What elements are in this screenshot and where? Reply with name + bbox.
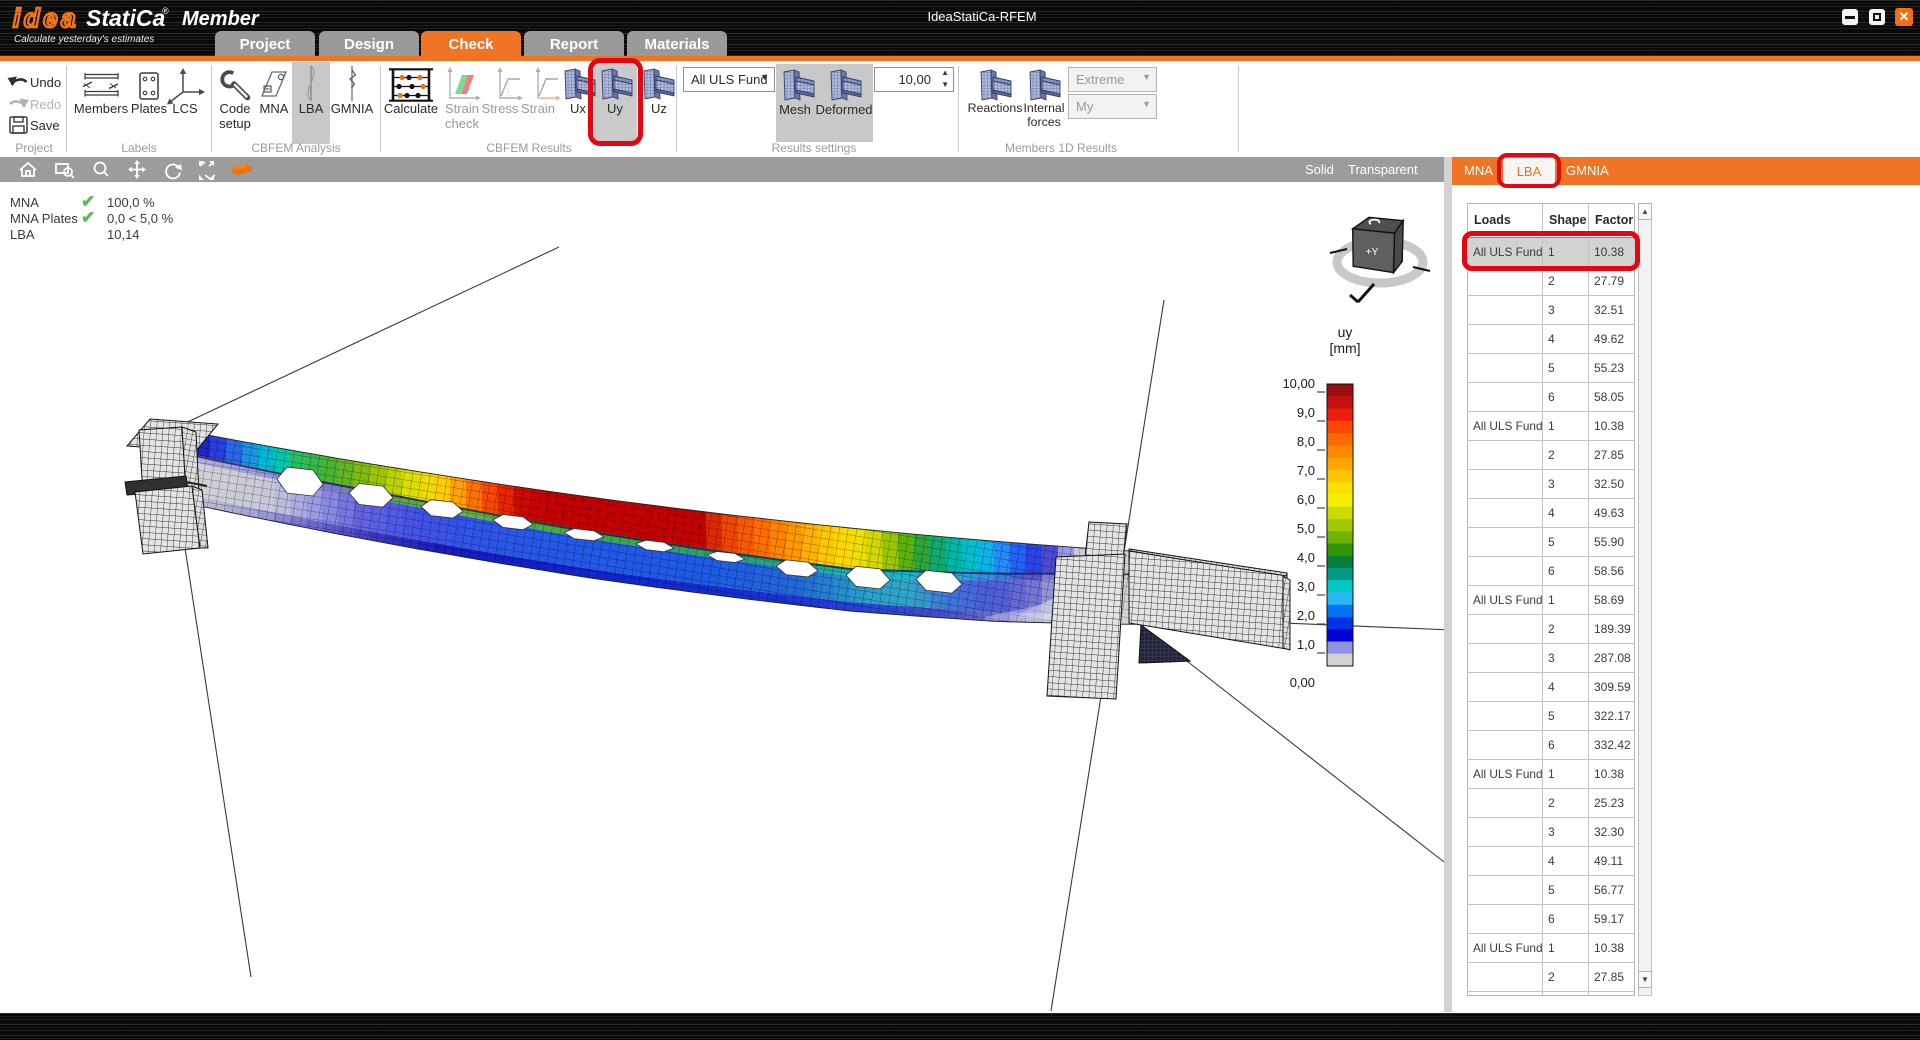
svg-text:6,0: 6,0 xyxy=(1297,492,1315,507)
svg-text:2,0: 2,0 xyxy=(1297,608,1315,623)
svg-text:8,0: 8,0 xyxy=(1297,434,1315,449)
svg-text:3,0: 3,0 xyxy=(1297,579,1315,594)
svg-text:1,0: 1,0 xyxy=(1297,637,1315,652)
svg-text:4,0: 4,0 xyxy=(1297,550,1315,565)
svg-text:Member: Member xyxy=(182,8,260,30)
svg-text:10,00: 10,00 xyxy=(1282,376,1315,391)
svg-text:7,0: 7,0 xyxy=(1297,463,1315,478)
svg-text:uy: uy xyxy=(1338,324,1353,340)
svg-text:idea: idea xyxy=(13,3,79,33)
svg-text:Calculate yesterday's estimate: Calculate yesterday's estimates xyxy=(14,34,154,45)
svg-text:[mm]: [mm] xyxy=(1329,340,1360,356)
svg-text:+Y: +Y xyxy=(1366,247,1379,258)
svg-text:0,00: 0,00 xyxy=(1290,675,1315,690)
svg-text:5,0: 5,0 xyxy=(1297,521,1315,536)
svg-text:®: ® xyxy=(162,6,169,16)
svg-text:StatiCa: StatiCa xyxy=(86,5,165,31)
svg-text:9,0: 9,0 xyxy=(1297,405,1315,420)
